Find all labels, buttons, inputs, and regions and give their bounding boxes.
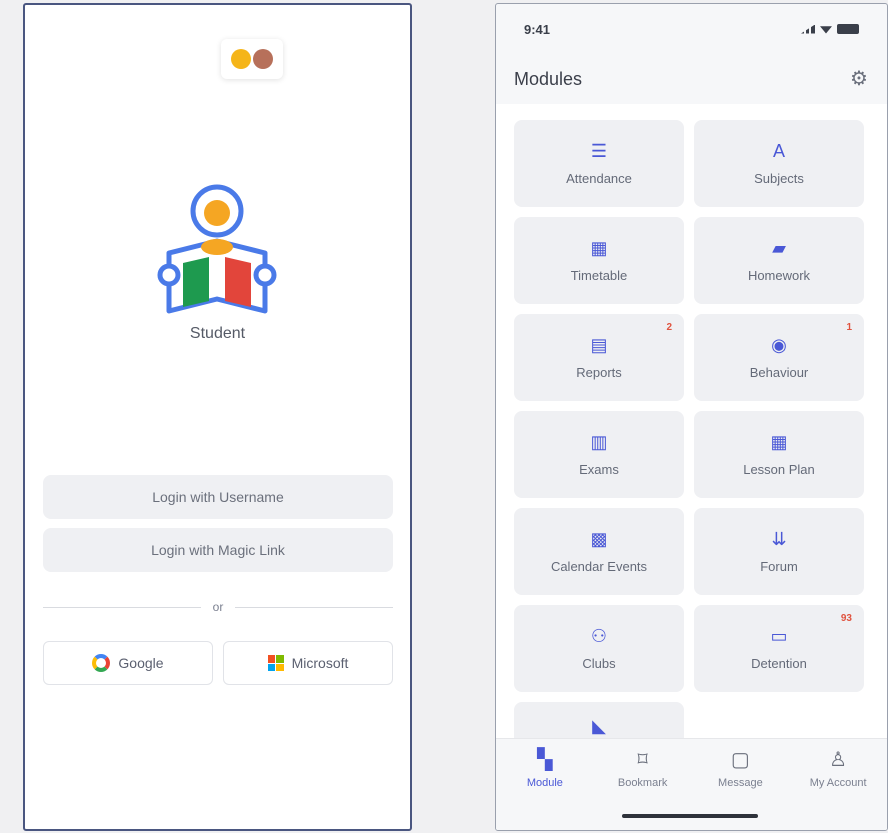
- student-reading-illustration: [157, 184, 277, 314]
- status-icons: [801, 24, 859, 34]
- microsoft-icon: [267, 655, 284, 671]
- nav-item-module[interactable]: ▚ Module: [496, 749, 594, 789]
- module-label: Calendar Events: [550, 559, 648, 574]
- google-login-button[interactable]: Google: [43, 641, 213, 685]
- subjects-icon: A: [772, 141, 785, 161]
- module-tile-subjects[interactable]: A Subjects: [694, 120, 864, 207]
- bookmark-icon: ⌑: [637, 749, 648, 771]
- calendar-icon: ▦: [770, 432, 788, 452]
- divider-line: [43, 606, 201, 608]
- module-label: Lesson Plan: [743, 462, 815, 477]
- module-tile-lesson-plan[interactable]: ▦ Lesson Plan: [694, 411, 864, 498]
- microsoft-label: Microsoft: [291, 655, 349, 671]
- module-label: Behaviour: [749, 365, 809, 380]
- signal-icon: [801, 24, 815, 34]
- forum-icon: ⇊: [771, 529, 787, 549]
- homework-icon: ▰: [772, 238, 786, 258]
- module-tile-reports[interactable]: 2 ▤ Reports: [514, 314, 684, 401]
- google-label: Google: [118, 655, 164, 671]
- notification-badge: 2: [666, 322, 672, 333]
- login-username-button[interactable]: Login with Username: [43, 475, 393, 519]
- notification-badge: 1: [846, 322, 852, 333]
- modules-grid: ☰ Attendance A Subjects ▦ Timetable ▰ Ho…: [514, 120, 864, 738]
- module-label: Forum: [760, 559, 798, 574]
- nav-label: My Account: [809, 777, 867, 789]
- nav-item-bookmark[interactable]: ⌑ Bookmark: [594, 749, 692, 789]
- module-tile-attendance[interactable]: ☰ Attendance: [514, 120, 684, 207]
- module-tile-partial[interactable]: ◣: [514, 702, 684, 738]
- exam-icon: ▥: [590, 432, 608, 452]
- module-icon: ◣: [592, 715, 606, 736]
- module-tile-forum[interactable]: ⇊ Forum: [694, 508, 864, 595]
- modules-header: Modules ⚙: [496, 54, 887, 104]
- document-icon: ▤: [590, 335, 608, 355]
- module-tile-behaviour[interactable]: 1 ◉ Behaviour: [694, 314, 864, 401]
- module-label: Clubs: [582, 656, 616, 671]
- nav-item-my-account[interactable]: ♙ My Account: [789, 749, 887, 789]
- or-text: or: [212, 600, 224, 614]
- battery-icon: [837, 24, 859, 34]
- avatar-group: [221, 39, 283, 79]
- bottom-nav: ▚ Module ⌑ Bookmark ▢ Message ♙ My Accou…: [496, 738, 887, 830]
- module-tile-timetable[interactable]: ▦ Timetable: [514, 217, 684, 304]
- module-tile-calendar-events[interactable]: ▩ Calendar Events: [514, 508, 684, 595]
- user-icon: ♙: [829, 749, 848, 771]
- page-title: Modules: [514, 68, 583, 89]
- modules-screen: 9:41 Modules ⚙ ☰ Attendance A Subjects ▦…: [495, 3, 888, 831]
- role-label: Student: [189, 325, 246, 342]
- status-bar: 9:41: [496, 4, 887, 54]
- module-tile-exams[interactable]: ▥ Exams: [514, 411, 684, 498]
- module-label: Subjects: [754, 171, 804, 186]
- module-label: Reports: [576, 365, 622, 380]
- module-tile-clubs[interactable]: ⚇ Clubs: [514, 605, 684, 692]
- calendar-icon: ▦: [590, 238, 608, 258]
- status-time: 9:41: [524, 21, 551, 37]
- home-indicator: [622, 814, 758, 818]
- message-icon: ▢: [730, 749, 750, 771]
- microsoft-login-button[interactable]: Microsoft: [223, 641, 393, 685]
- nav-label: Bookmark: [617, 777, 668, 789]
- avatar: [231, 49, 251, 69]
- login-magic-link-button[interactable]: Login with Magic Link: [43, 528, 393, 572]
- gear-icon[interactable]: ⚙: [849, 69, 869, 89]
- module-label: Attendance: [566, 171, 632, 186]
- divider-line: [235, 606, 394, 608]
- detention-icon: ▭: [770, 626, 788, 646]
- module-tile-detention[interactable]: 93 ▭ Detention: [694, 605, 864, 692]
- nav-label: Module: [526, 777, 563, 789]
- nav-item-message[interactable]: ▢ Message: [692, 749, 790, 789]
- module-label: Homework: [747, 268, 811, 283]
- wifi-icon: [820, 26, 832, 34]
- clubs-icon: ⚇: [590, 626, 608, 646]
- module-label: Timetable: [570, 268, 628, 283]
- module-label: Exams: [579, 462, 619, 477]
- module-tile-homework[interactable]: ▰ Homework: [694, 217, 864, 304]
- google-icon: [92, 654, 111, 672]
- nav-label: Message: [718, 777, 763, 789]
- login-screen: Student Login with Username Login with M…: [23, 3, 412, 831]
- attendance-icon: ☰: [590, 141, 608, 161]
- or-divider: or: [43, 599, 394, 615]
- module-label: Detention: [751, 656, 807, 671]
- modules-grid-area[interactable]: ☰ Attendance A Subjects ▦ Timetable ▰ Ho…: [496, 104, 887, 738]
- notification-badge: 93: [840, 613, 852, 624]
- grid-icon: ▚: [537, 749, 553, 771]
- calendar-event-icon: ▩: [590, 529, 608, 549]
- avatar: [253, 49, 273, 69]
- eye-icon: ◉: [771, 335, 787, 355]
